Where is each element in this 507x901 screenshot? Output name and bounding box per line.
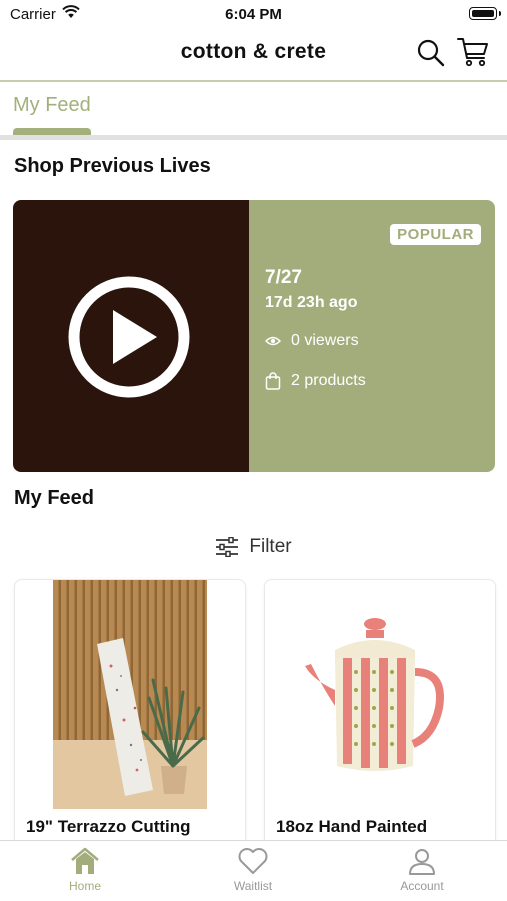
product-card[interactable]: 18oz Hand Painted bbox=[264, 579, 496, 871]
live-video-thumbnail[interactable] bbox=[13, 200, 249, 472]
cart-icon[interactable] bbox=[456, 36, 490, 68]
status-bar: Carrier 6:04 PM bbox=[0, 0, 507, 28]
product-title[interactable]: 19" Terrazzo Cutting bbox=[26, 817, 191, 837]
filter-button[interactable]: Filter bbox=[0, 535, 507, 559]
live-info-panel: POPULAR 7/27 17d 23h ago 0 viewers 2 pro… bbox=[249, 200, 495, 472]
nav-account-label: Account bbox=[400, 879, 444, 893]
popular-badge: POPULAR bbox=[390, 224, 481, 245]
feed-tab-bar: My Feed bbox=[0, 82, 507, 140]
nav-waitlist-label: Waitlist bbox=[233, 879, 273, 893]
product-card[interactable]: 19" Terrazzo Cutting bbox=[14, 579, 246, 871]
product-title[interactable]: 18oz Hand Painted bbox=[276, 817, 427, 837]
previous-live-card[interactable]: POPULAR 7/27 17d 23h ago 0 viewers 2 pro… bbox=[13, 200, 495, 472]
product-image-teapot[interactable] bbox=[303, 580, 457, 809]
products-count: 2 products bbox=[291, 372, 366, 389]
eye-icon bbox=[265, 336, 281, 346]
product-image-terrazzo-board[interactable] bbox=[53, 580, 207, 809]
tab-my-feed[interactable]: My Feed bbox=[13, 94, 91, 117]
products-row: 2 products bbox=[265, 372, 366, 390]
filter-sliders-icon bbox=[216, 537, 239, 557]
user-icon bbox=[409, 849, 435, 875]
live-date: 7/27 bbox=[265, 267, 302, 288]
filter-label: Filter bbox=[249, 536, 292, 557]
viewers-row: 0 viewers bbox=[265, 332, 359, 350]
divider bbox=[0, 135, 507, 140]
search-icon[interactable] bbox=[416, 38, 446, 68]
nav-home[interactable]: Home bbox=[35, 847, 135, 893]
heart-icon bbox=[238, 848, 268, 874]
play-icon[interactable] bbox=[67, 275, 191, 399]
status-time: 6:04 PM bbox=[225, 6, 282, 23]
nav-account[interactable]: Account bbox=[372, 847, 472, 893]
bottom-tab-bar: Home Waitlist Account bbox=[0, 840, 507, 901]
live-time-ago: 17d 23h ago bbox=[265, 294, 358, 311]
section-title-previous-lives: Shop Previous Lives bbox=[14, 155, 211, 177]
battery-icon bbox=[469, 7, 501, 20]
section-title-my-feed: My Feed bbox=[14, 487, 95, 509]
nav-waitlist[interactable]: Waitlist bbox=[203, 847, 303, 893]
nav-home-label: Home bbox=[68, 879, 101, 893]
bag-icon bbox=[265, 372, 281, 390]
home-icon bbox=[71, 847, 99, 874]
viewers-count: 0 viewers bbox=[291, 332, 359, 349]
top-nav-bar: cotton & crete bbox=[0, 28, 507, 82]
